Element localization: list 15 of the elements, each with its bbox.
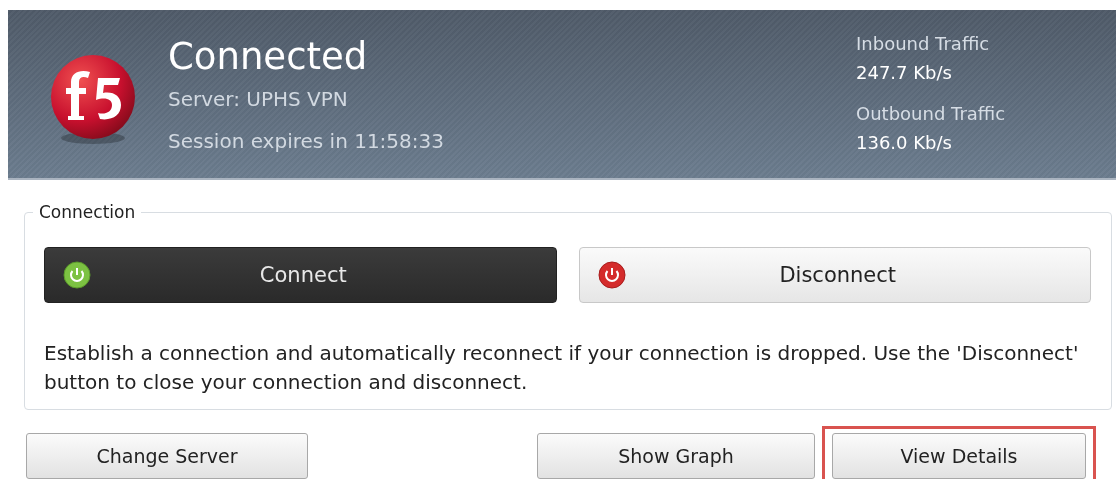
connect-button[interactable]: Connect	[44, 247, 557, 303]
traffic-label: Inbound Traffic	[856, 32, 991, 56]
action-button[interactable]: Show Graph	[537, 433, 815, 479]
description-text: Establish a connection and automatically reconnect if your connection is dropped. Use the 'Disconnect' button to close your connection and disconnect.	[44, 340, 1080, 396]
traffic-rate: 247.7 Kb/s	[856, 61, 953, 85]
traffic-rate: 136.0 Kb/s	[856, 131, 953, 155]
server-name: Server: UPHS VPN	[168, 86, 349, 113]
action-button[interactable]: View Details	[832, 433, 1086, 479]
power-icon	[63, 261, 91, 289]
status-title: Connected	[168, 34, 369, 80]
session-expiry: Session expires in 11:58:33	[168, 128, 445, 155]
power-icon	[597, 261, 626, 289]
traffic-label: Outbound Traffic	[856, 102, 1007, 126]
action-button[interactable]: Change Server	[26, 433, 308, 479]
disconnect-button[interactable]: Disconnect	[578, 247, 1091, 303]
